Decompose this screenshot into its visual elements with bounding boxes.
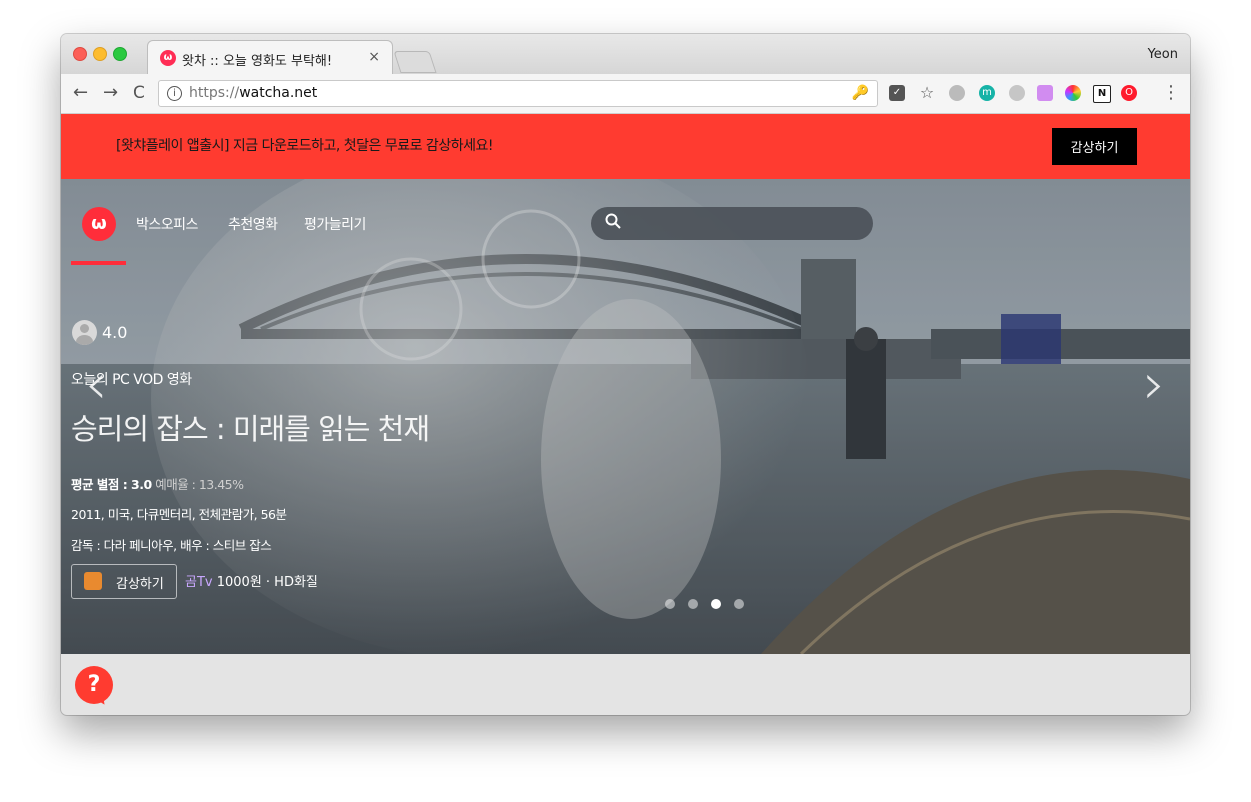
- gomtv-icon: [84, 572, 102, 590]
- gray-extension-icon[interactable]: [1009, 85, 1025, 101]
- average-rating: 평균 별점 : 3.0: [71, 477, 152, 492]
- predicted-rating: 4.0: [102, 323, 128, 342]
- url-text[interactable]: https://watcha.net: [189, 85, 317, 101]
- info-icon[interactable]: i: [167, 86, 182, 101]
- carousel-dot[interactable]: [665, 599, 675, 609]
- watcha-logo[interactable]: ω: [82, 207, 116, 241]
- search-input[interactable]: [631, 213, 865, 235]
- hero-info-line: 2011, 미국, 다큐멘터리, 전체관람가, 56분: [71, 507, 287, 522]
- logo-underline: [71, 261, 126, 265]
- browser-window: ω 왓차 :: 오늘 영화도 부탁해! × Yeon ← → C i https…: [61, 34, 1190, 715]
- promo-watch-button[interactable]: 감상하기: [1052, 128, 1137, 165]
- address-bar[interactable]: i https://watcha.net 🔑: [158, 80, 878, 107]
- profile-name[interactable]: Yeon: [1148, 47, 1178, 62]
- provider-name: 곰Tv: [185, 575, 213, 590]
- carousel-dot[interactable]: [711, 599, 721, 609]
- carousel-dot[interactable]: [734, 599, 744, 609]
- hero-carousel: ω 박스오피스 추천영화 평가늘리기 4.0 오늘의 PC VOD 영화 승리의…: [61, 179, 1190, 654]
- watch-button-label: 감상하기: [116, 577, 164, 592]
- tab-close-button[interactable]: ×: [368, 49, 380, 65]
- tab-strip: ω 왓차 :: 오늘 영화도 부탁해! × Yeon: [61, 34, 1190, 74]
- hero-credits-line: 감독 : 다라 페니아우, 배우 : 스티브 잡스: [71, 538, 272, 553]
- close-window-button[interactable]: [73, 47, 87, 61]
- watcha-favicon-icon: ω: [160, 50, 176, 66]
- opera-icon[interactable]: O: [1121, 85, 1137, 101]
- reload-button[interactable]: C: [133, 82, 145, 104]
- m-extension-icon[interactable]: m: [979, 85, 995, 101]
- carousel-next-button[interactable]: ›: [1143, 357, 1165, 413]
- star-icon[interactable]: ☆: [919, 85, 935, 101]
- nav-recommended[interactable]: 추천영화: [228, 214, 278, 234]
- forward-button[interactable]: →: [103, 82, 118, 104]
- minimize-window-button[interactable]: [93, 47, 107, 61]
- notion-icon[interactable]: N: [1093, 85, 1111, 103]
- pocket-icon[interactable]: ✓: [889, 85, 905, 101]
- puzzle-extension-icon[interactable]: [1037, 85, 1053, 101]
- carousel-prev-button[interactable]: ‹: [85, 357, 107, 413]
- provider-info: 곰Tv 1000원 · HD화질: [185, 571, 318, 590]
- tab-title: 왓차 :: 오늘 영화도 부탁해!: [182, 54, 333, 69]
- hero-watch-button[interactable]: 감상하기: [71, 564, 177, 599]
- key-icon[interactable]: 🔑: [852, 85, 869, 101]
- hero-title[interactable]: 승리의 잡스 : 미래를 읽는 천재: [71, 406, 430, 448]
- menu-button[interactable]: ⋮: [1162, 82, 1180, 104]
- search-icon: [605, 213, 621, 233]
- carousel-dot[interactable]: [688, 599, 698, 609]
- search-bar[interactable]: [591, 207, 873, 240]
- tab-watcha[interactable]: ω 왓차 :: 오늘 영화도 부탁해! ×: [147, 40, 393, 74]
- globe-icon[interactable]: [949, 85, 965, 101]
- provider-detail: 1000원 · HD화질: [212, 575, 318, 590]
- help-button[interactable]: ?: [75, 666, 113, 704]
- browser-toolbar: ← → C i https://watcha.net 🔑 ✓ ☆ m N O ⋮: [61, 74, 1190, 114]
- promo-banner: [왓챠플레이 앱출시] 지금 다운로드하고, 첫달은 무료로 감상하세요! 감상…: [61, 114, 1190, 179]
- back-button[interactable]: ←: [73, 82, 88, 104]
- maximize-window-button[interactable]: [113, 47, 127, 61]
- booking-rate: 예매율 : 13.45%: [155, 477, 244, 492]
- new-tab-button[interactable]: [393, 51, 437, 73]
- promo-text[interactable]: [왓챠플레이 앱출시] 지금 다운로드하고, 첫달은 무료로 감상하세요!: [116, 135, 493, 155]
- hero-rating-line: 평균 별점 : 3.0 예매율 : 13.45%: [71, 474, 244, 493]
- nav-box-office[interactable]: 박스오피스: [136, 214, 198, 234]
- color-wheel-icon[interactable]: [1065, 85, 1081, 101]
- nav-rate-more[interactable]: 평가늘리기: [304, 214, 366, 234]
- user-avatar[interactable]: [72, 320, 97, 345]
